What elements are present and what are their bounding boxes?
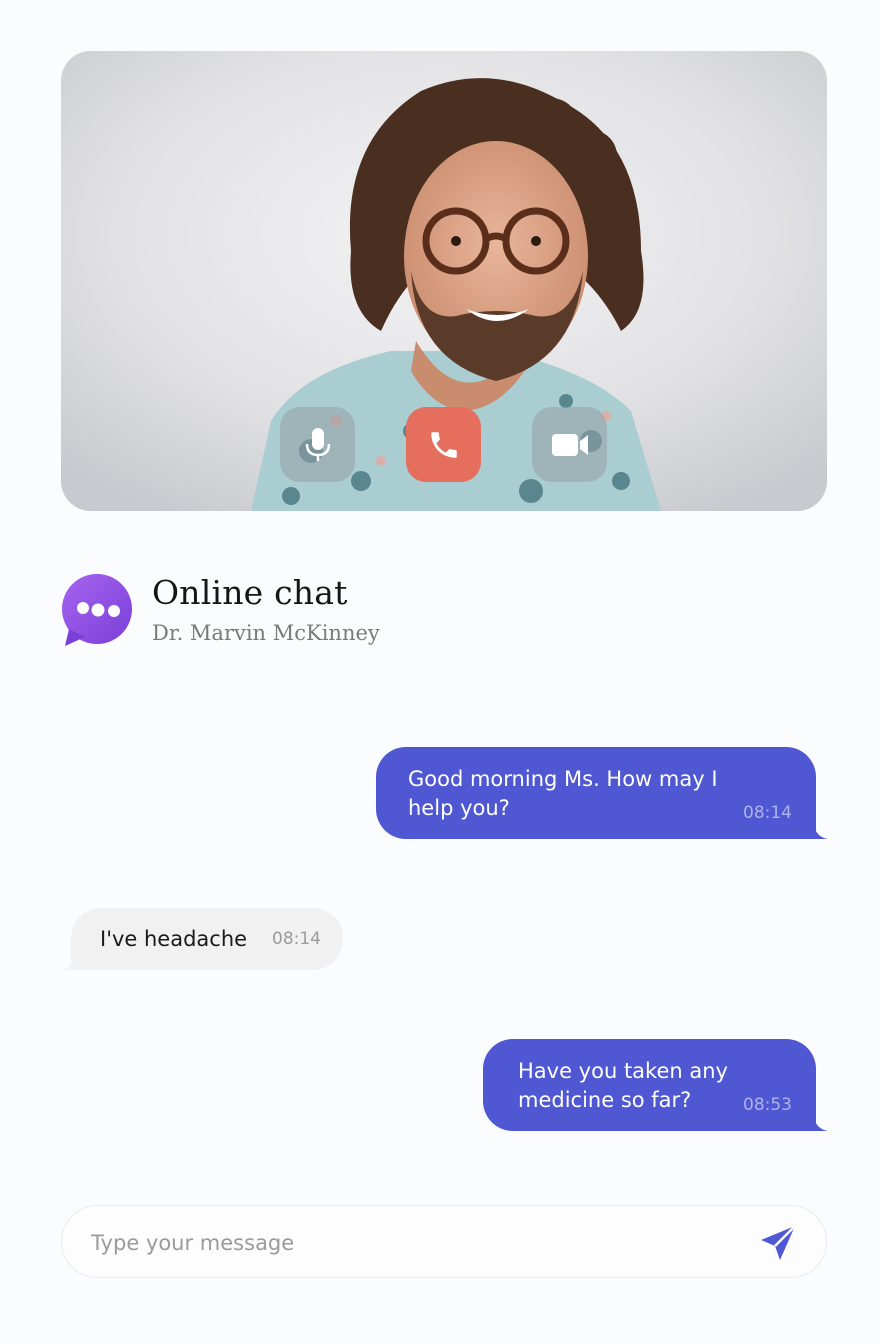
chat-header: Online chat Dr. Marvin McKinney xyxy=(61,574,380,648)
send-icon xyxy=(761,1225,796,1260)
bubble-tail xyxy=(814,825,828,839)
chat-title: Online chat xyxy=(152,573,348,612)
telemedicine-chat-screen: Online chat Dr. Marvin McKinney Good mor… xyxy=(0,0,880,1344)
message-input[interactable] xyxy=(89,1224,733,1262)
video-toggle-button[interactable] xyxy=(532,407,607,482)
chat-bubble-icon xyxy=(61,574,133,648)
end-call-button[interactable] xyxy=(406,407,481,482)
call-controls xyxy=(280,407,607,482)
bubble-tail xyxy=(814,1117,828,1131)
message-time: 08:53 xyxy=(743,1095,792,1115)
phone-icon xyxy=(430,431,457,458)
bubble-tail xyxy=(61,956,75,970)
message-composer xyxy=(61,1205,827,1278)
message-outgoing: Good morning Ms. How may I help you? 08:… xyxy=(376,747,816,839)
message-outgoing: Have you taken any medicine so far? 08:5… xyxy=(483,1039,816,1131)
message-time: 08:14 xyxy=(272,929,321,949)
video-call-panel xyxy=(61,51,827,511)
message-text: Have you taken any medicine so far? xyxy=(518,1059,728,1112)
message-text: I've headache xyxy=(100,927,248,951)
mute-button[interactable] xyxy=(280,407,355,482)
microphone-icon xyxy=(305,427,330,461)
message-incoming: I've headache 08:14 xyxy=(71,908,343,970)
chat-titles: Online chat Dr. Marvin McKinney xyxy=(152,574,380,646)
message-time: 08:14 xyxy=(743,803,792,823)
video-camera-icon xyxy=(551,433,588,456)
send-button[interactable] xyxy=(758,1222,800,1264)
message-text: Good morning Ms. How may I help you? xyxy=(408,767,718,820)
doctor-name: Dr. Marvin McKinney xyxy=(152,621,380,645)
